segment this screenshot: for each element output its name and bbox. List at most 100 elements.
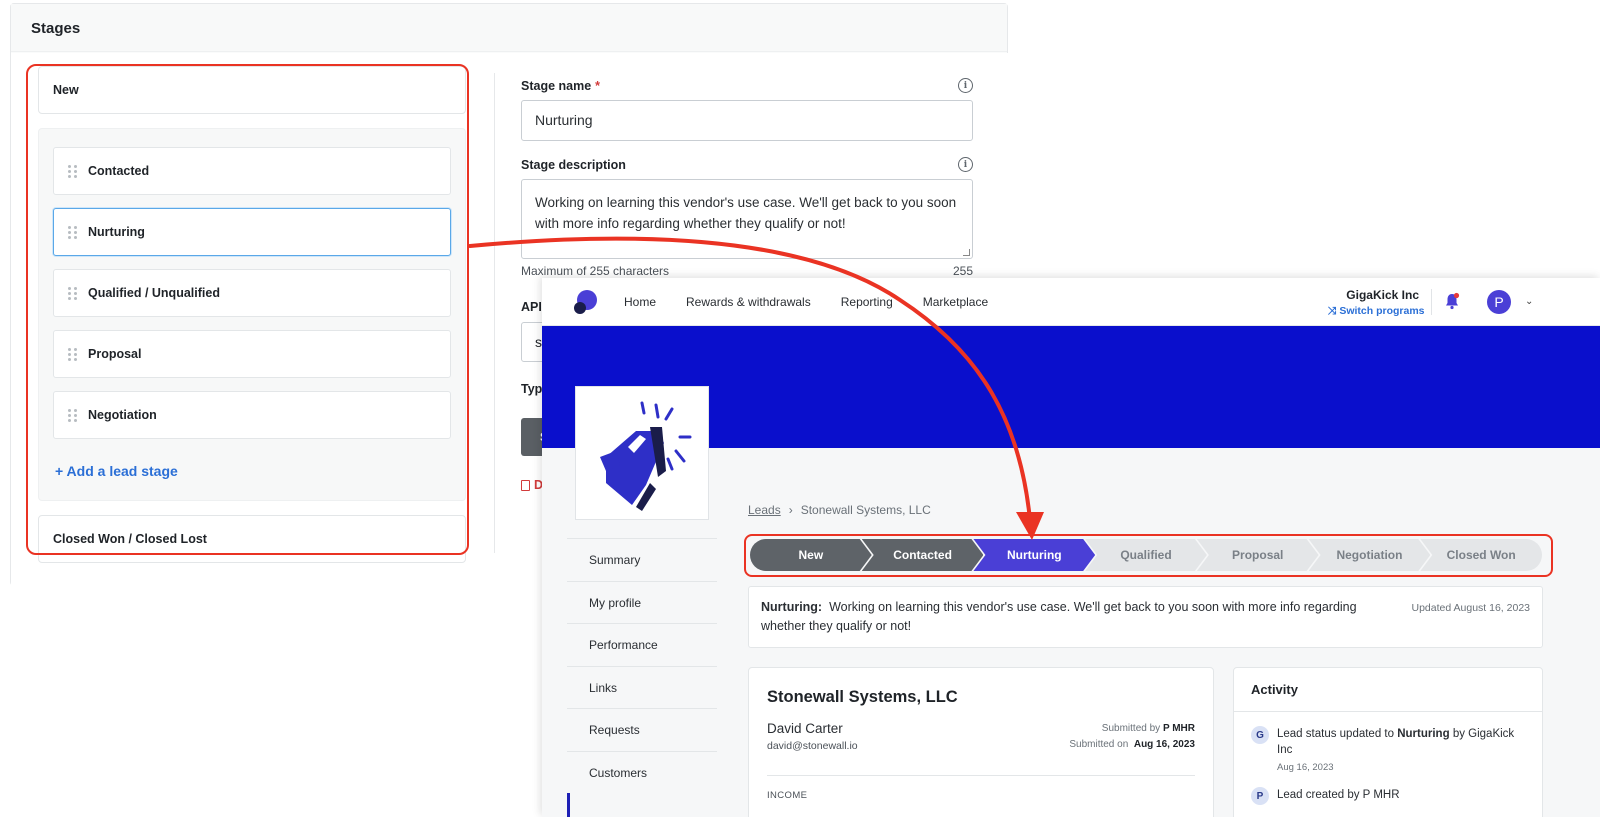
stage-item-proposal[interactable]: Proposal [53, 330, 451, 378]
lead-stage-pipeline: New Contacted Nurturing Qualified Propos… [750, 539, 1543, 571]
submitted-on-label: Submitted on [1069, 739, 1129, 750]
sidebar-item-links[interactable]: Links [567, 665, 717, 709]
app-logo-icon[interactable] [572, 289, 598, 315]
stage-item-contacted[interactable]: Contacted [53, 147, 451, 195]
nav-link-marketplace[interactable]: Marketplace [923, 295, 988, 309]
stage-description-box: Nurturing: Working on learning this vend… [748, 586, 1543, 648]
char-count: 255 [952, 264, 973, 278]
stage-list: New Contacted Nurturing Qualified / Unqu… [38, 66, 466, 563]
info-icon[interactable]: i [958, 157, 973, 172]
sidebar-item-customers[interactable]: Customers [567, 750, 717, 794]
stage-item-closed[interactable]: Closed Won / Closed Lost [38, 515, 466, 563]
required-mark: * [595, 78, 601, 93]
company-logo [575, 386, 709, 520]
pipeline-step-negotiation[interactable]: Negotiation [1309, 539, 1431, 571]
drag-handle-icon[interactable] [68, 408, 77, 422]
profile-sidebar: Summary My profile Performance Links Req… [567, 538, 717, 793]
shuffle-icon: ⤨ [1328, 305, 1340, 317]
contact-name: David Carter [767, 721, 843, 736]
stage-description-label: Stage description [521, 157, 626, 172]
stage-name-label-row: Stage name * i [521, 78, 973, 93]
pipeline-step-qualified[interactable]: Qualified [1085, 539, 1207, 571]
stage-name-input[interactable]: Nurturing [521, 100, 973, 141]
add-lead-stage-link[interactable]: + Add a lead stage [53, 452, 451, 486]
pipeline-step-contacted[interactable]: Contacted [862, 539, 984, 571]
sidebar-item-summary[interactable]: Summary [567, 538, 717, 581]
stage-item-qualified[interactable]: Qualified / Unqualified [53, 269, 451, 317]
breadcrumb: Leads › Stonewall Systems, LLC [748, 503, 931, 517]
contact-email: david@stonewall.io [767, 740, 858, 752]
activity-title: Activity [1234, 668, 1542, 712]
activity-item: P Lead created by P MHR [1234, 773, 1542, 805]
top-navigation: Home Rewards & withdrawals Reporting Mar… [542, 278, 1600, 326]
stage-item-label: Qualified / Unqualified [88, 286, 220, 300]
stage-item-label: Proposal [88, 347, 142, 361]
lead-details-card: Stonewall Systems, LLC David Carter davi… [748, 667, 1214, 817]
nav-link-rewards[interactable]: Rewards & withdrawals [686, 295, 811, 309]
stage-description-text: Working on learning this vendor's use ca… [761, 600, 1357, 633]
stage-item-label: Contacted [88, 164, 150, 178]
submitted-on-value: Aug 16, 2023 [1133, 739, 1195, 750]
stage-item-nurturing[interactable]: Nurturing [53, 208, 451, 256]
nav-link-reporting[interactable]: Reporting [841, 295, 893, 309]
submission-meta: Submitted by P MHR Submitted on Aug 16, … [1069, 721, 1195, 753]
nav-links: Home Rewards & withdrawals Reporting Mar… [624, 295, 1018, 309]
updated-timestamp: Updated August 16, 2023 [1411, 602, 1530, 614]
divider [767, 775, 1195, 776]
stage-item-new[interactable]: New [38, 66, 466, 114]
breadcrumb-separator: › [788, 503, 793, 517]
stage-description-textarea[interactable]: Working on learning this vendor's use ca… [521, 179, 973, 259]
income-section-label: INCOME [767, 790, 808, 801]
panel-title: Stages [11, 4, 1007, 52]
notification-bell-icon[interactable] [1443, 292, 1461, 310]
stage-description-text: Working on learning this vendor's use ca… [535, 195, 957, 231]
sidebar-item-requests[interactable]: Requests [567, 708, 717, 751]
lead-company-name: Stonewall Systems, LLC [767, 688, 958, 706]
divider [494, 73, 495, 553]
activity-date: Aug 16, 2023 [1277, 762, 1334, 773]
stage-name-label: Stage name [521, 78, 592, 93]
submitted-by-value: P MHR [1162, 723, 1195, 734]
stage-description-label-row: Stage description i [521, 157, 973, 172]
drag-handle-icon[interactable] [68, 347, 77, 361]
activity-card: Activity G Lead status updated to Nurtur… [1233, 667, 1543, 817]
pipeline-step-nurturing[interactable]: Nurturing [973, 539, 1095, 571]
stage-item-negotiation[interactable]: Negotiation [53, 391, 451, 439]
sidebar-item-my-profile[interactable]: My profile [567, 580, 717, 624]
lead-contact-row: David Carter david@stonewall.io Submitte… [767, 721, 1195, 753]
stage-item-label: Nurturing [88, 225, 145, 239]
activity-text: Lead created by P MHR [1277, 789, 1400, 801]
drag-handle-icon[interactable] [68, 164, 77, 178]
partner-portal-window: Home Rewards & withdrawals Reporting Mar… [542, 278, 1600, 817]
stage-description-content: Nurturing: Working on learning this vend… [761, 598, 1401, 636]
breadcrumb-current: Stonewall Systems, LLC [800, 503, 931, 517]
trash-icon [521, 479, 530, 491]
pipeline-step-proposal[interactable]: Proposal [1197, 539, 1319, 571]
pipeline-step-closed-won[interactable]: Closed Won [1420, 539, 1543, 571]
info-icon[interactable]: i [958, 78, 973, 93]
current-stage-name: Nurturing: [761, 600, 823, 614]
max-chars-label: Maximum of 255 characters [521, 264, 670, 278]
pipeline-step-new[interactable]: New [750, 539, 872, 571]
resize-handle-icon[interactable] [963, 249, 970, 256]
chevron-down-icon[interactable]: ⌄ [1525, 296, 1533, 307]
breadcrumb-leads-link[interactable]: Leads [748, 503, 781, 517]
intermediate-stage-group: Contacted Nurturing Qualified / Unqualif… [38, 128, 466, 501]
stage-item-label: Negotiation [88, 408, 157, 422]
org-switcher[interactable]: GigaKick Inc ⤨ Switch programs [1328, 288, 1425, 318]
sidebar-item-performance[interactable]: Performance [567, 623, 717, 666]
user-avatar[interactable]: P [1487, 290, 1511, 314]
switch-programs-link[interactable]: ⤨ Switch programs [1328, 305, 1425, 318]
nav-link-home[interactable]: Home [624, 295, 656, 309]
char-limit-row: Maximum of 255 characters 255 [521, 264, 973, 278]
drag-handle-icon[interactable] [68, 286, 77, 300]
switch-programs-label: Switch programs [1339, 305, 1425, 317]
activity-item: G Lead status updated to Nurturing by Gi… [1234, 712, 1542, 773]
activity-text: Lead status updated to Nurturing by Giga… [1277, 726, 1525, 758]
activity-prefix: Lead status updated to [1277, 728, 1395, 740]
drag-handle-icon[interactable] [68, 225, 77, 239]
submitted-by-label: Submitted by [1101, 723, 1161, 734]
activity-avatar: G [1251, 726, 1269, 744]
nav-divider [1431, 289, 1432, 315]
sidebar-active-indicator [567, 793, 570, 817]
